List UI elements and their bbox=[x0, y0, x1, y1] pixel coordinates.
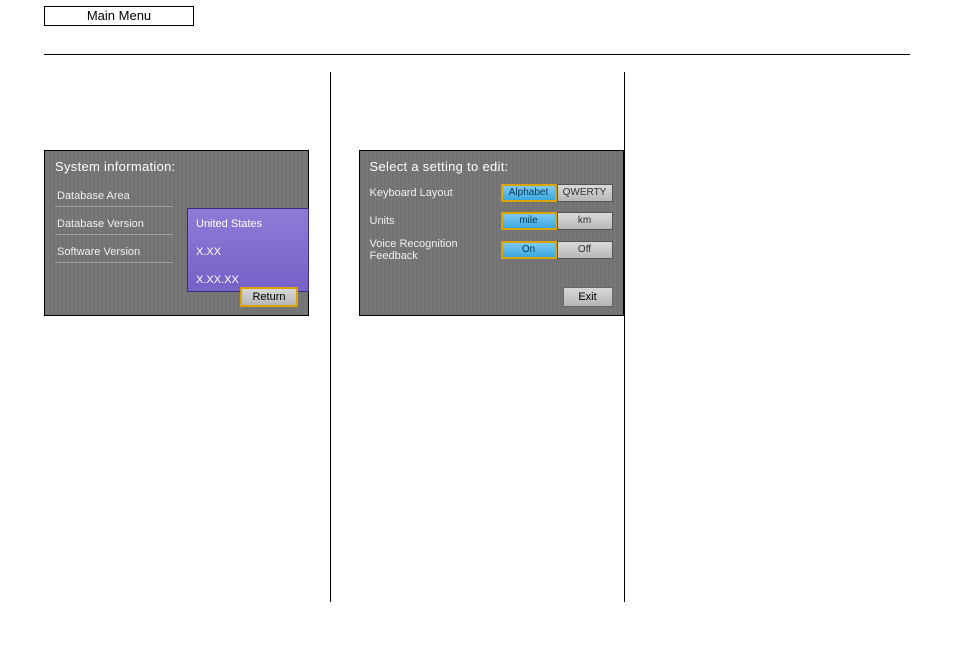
columns-container: System information: Database Area Databa… bbox=[44, 72, 910, 602]
return-button[interactable]: Return bbox=[240, 287, 298, 307]
segment-group: On Off bbox=[501, 241, 613, 259]
column-1: System information: Database Area Databa… bbox=[44, 72, 330, 602]
system-info-title: System information: bbox=[55, 159, 298, 174]
column-3 bbox=[625, 72, 911, 602]
settings-panel: Select a setting to edit: Keyboard Layou… bbox=[359, 150, 624, 316]
sys-label: Database Area bbox=[55, 186, 173, 207]
setting-label: Units bbox=[370, 215, 501, 227]
sys-value: United States bbox=[196, 215, 300, 243]
column-2: Select a setting to edit: Keyboard Layou… bbox=[331, 72, 624, 602]
option-off[interactable]: Off bbox=[557, 241, 613, 259]
option-qwerty[interactable]: QWERTY bbox=[557, 184, 613, 202]
setting-row: Voice Recognition Feedback On Off bbox=[370, 238, 613, 262]
exit-button[interactable]: Exit bbox=[563, 287, 613, 307]
option-mile[interactable]: mile bbox=[501, 212, 557, 230]
sys-label: Software Version bbox=[55, 242, 173, 263]
segment-group: Alphabet QWERTY bbox=[501, 184, 613, 202]
settings-title: Select a setting to edit: bbox=[370, 159, 613, 174]
sys-value: X.XX bbox=[196, 243, 300, 271]
sys-values-box: United States X.XX X.XX.XX bbox=[187, 208, 309, 292]
sys-label: Database Version bbox=[55, 214, 173, 235]
option-on[interactable]: On bbox=[501, 241, 557, 259]
option-alphabet[interactable]: Alphabet bbox=[501, 184, 557, 202]
option-km[interactable]: km bbox=[557, 212, 613, 230]
setting-label: Keyboard Layout bbox=[370, 187, 501, 199]
setting-row: Units mile km bbox=[370, 210, 613, 232]
divider bbox=[44, 54, 910, 55]
segment-group: mile km bbox=[501, 212, 613, 230]
system-info-panel: System information: Database Area Databa… bbox=[44, 150, 309, 316]
main-menu-button[interactable]: Main Menu bbox=[44, 6, 194, 26]
setting-row: Keyboard Layout Alphabet QWERTY bbox=[370, 182, 613, 204]
setting-label: Voice Recognition Feedback bbox=[370, 238, 501, 262]
